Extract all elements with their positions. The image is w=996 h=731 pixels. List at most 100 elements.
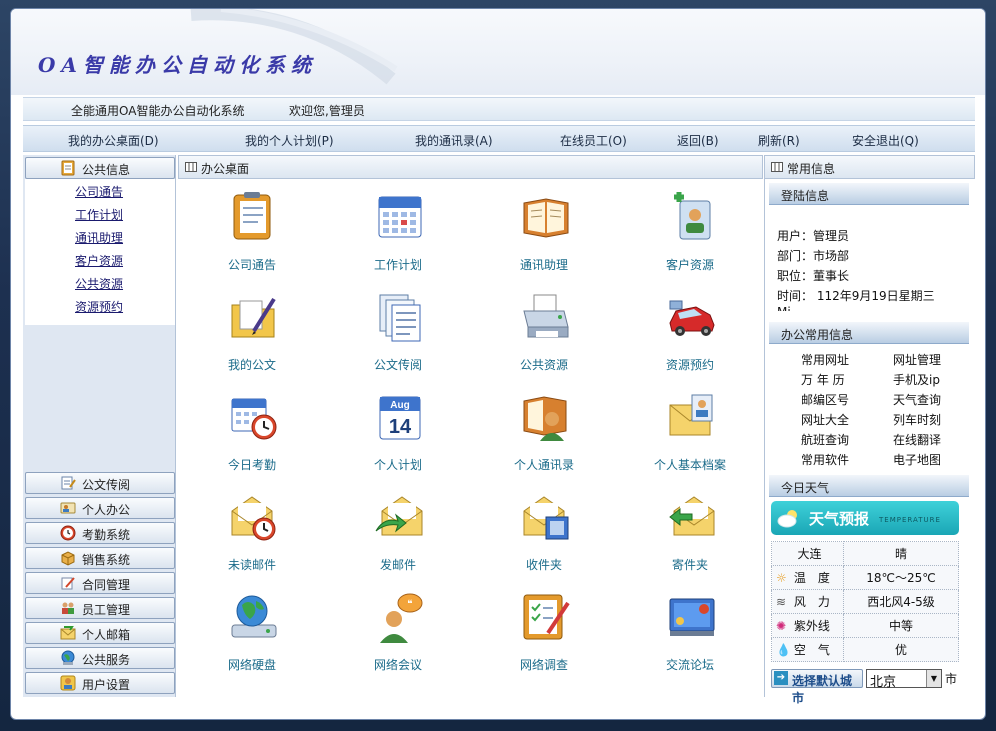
tile-today-attendance[interactable]: 今日考勤 bbox=[192, 391, 312, 481]
sidebar-public-service[interactable]: 公共服务 bbox=[25, 647, 175, 669]
sidebar-user-settings[interactable]: 用户设置 bbox=[25, 672, 175, 694]
tile-company-notice[interactable]: 公司通告 bbox=[192, 191, 312, 281]
tile-unread-mail[interactable]: 未读邮件 bbox=[192, 491, 312, 581]
link-phone-ip[interactable]: 手机及ip bbox=[893, 371, 940, 388]
document-pen-icon bbox=[61, 476, 76, 490]
weather-row-city: 大连 晴 bbox=[771, 541, 959, 566]
login-info-title: 登陆信息 bbox=[781, 189, 830, 203]
tile-inbox[interactable]: 收件夹 bbox=[484, 491, 604, 581]
tile-label: 未读邮件 bbox=[227, 558, 276, 572]
folder-pen-icon bbox=[231, 297, 276, 338]
tile-label: 工作计划 bbox=[373, 258, 422, 272]
tile-web-survey[interactable]: 网络调查 bbox=[484, 591, 604, 681]
weather-value: 中等 bbox=[843, 613, 959, 638]
tile-personal-plan[interactable]: Aug 14 个人计划 bbox=[338, 391, 458, 481]
tile-doc-circulation[interactable]: 公文传阅 bbox=[338, 291, 458, 381]
tile-personal-profile[interactable]: 个人基本档案 bbox=[630, 391, 750, 481]
tile-forum[interactable]: 交流论坛 bbox=[630, 591, 750, 681]
tile-work-plan[interactable]: 工作计划 bbox=[338, 191, 458, 281]
contract-pen-icon bbox=[61, 577, 75, 590]
link-resource-booking[interactable]: 资源预约 bbox=[75, 298, 123, 315]
sidebar-group-label: 个人办公 bbox=[82, 503, 131, 517]
link-company-notice[interactable]: 公司通告 bbox=[75, 183, 123, 200]
tile-label: 交流论坛 bbox=[665, 658, 714, 672]
weather-condition: 晴 bbox=[843, 541, 959, 566]
chevron-down-icon[interactable]: ▼ bbox=[926, 670, 941, 687]
nav-my-desktop[interactable]: 我的办公桌面(D) bbox=[68, 132, 159, 149]
link-weather-query[interactable]: 天气查询 bbox=[893, 391, 941, 408]
nav-back[interactable]: 返回(B) bbox=[677, 132, 719, 149]
tile-web-meeting[interactable]: ❝ 网络会议 bbox=[338, 591, 458, 681]
nav-my-contacts[interactable]: 我的通讯录(A) bbox=[415, 132, 493, 149]
link-e-map[interactable]: 电子地图 bbox=[893, 451, 941, 468]
link-common-urls[interactable]: 常用网址 bbox=[801, 351, 849, 368]
link-common-software[interactable]: 常用软件 bbox=[801, 451, 849, 468]
link-online-translate[interactable]: 在线翻译 bbox=[893, 431, 941, 448]
sidebar-staff[interactable]: 员工管理 bbox=[25, 597, 175, 619]
people-icon bbox=[62, 602, 74, 614]
mail-icon bbox=[60, 626, 76, 640]
login-extra: Mi bbox=[777, 305, 791, 311]
tile-outbox[interactable]: 寄件夹 bbox=[630, 491, 750, 581]
sidebar-group-label: 考勤系统 bbox=[82, 528, 131, 542]
city-select[interactable]: 北京 ▼ bbox=[866, 669, 942, 690]
sidebar-mailbox[interactable]: 个人邮箱 bbox=[25, 622, 175, 644]
checklist-icon bbox=[523, 594, 570, 640]
tile-personal-contacts[interactable]: 个人通讯录 bbox=[484, 391, 604, 481]
nav-logout[interactable]: 安全退出(Q) bbox=[852, 132, 919, 149]
panel-icon bbox=[185, 162, 197, 172]
box-icon bbox=[61, 551, 75, 566]
public-info-list: 公司通告 工作计划 通讯助理 客户资源 公共资源 资源预约 bbox=[25, 179, 175, 325]
nav-refresh[interactable]: 刷新(R) bbox=[758, 132, 800, 149]
sidebar-attendance[interactable]: 考勤系统 bbox=[25, 522, 175, 544]
sun-icon: ☼ bbox=[776, 571, 787, 585]
tile-comm-assistant[interactable]: 通讯助理 bbox=[484, 191, 604, 281]
tile-customer-resource[interactable]: 客户资源 bbox=[630, 191, 750, 281]
link-comm-assistant[interactable]: 通讯助理 bbox=[75, 229, 123, 246]
link-public-resource[interactable]: 公共资源 bbox=[75, 275, 123, 292]
header-banner: OA智能办公自动化系统 bbox=[11, 9, 985, 95]
login-info-header: 登陆信息 bbox=[769, 183, 969, 205]
tile-label: 公共资源 bbox=[519, 358, 568, 372]
tile-my-documents[interactable]: 我的公文 bbox=[192, 291, 312, 381]
tile-public-resource[interactable]: 公共资源 bbox=[484, 291, 604, 381]
nav-online-staff[interactable]: 在线员工(O) bbox=[560, 132, 627, 149]
tile-resource-booking[interactable]: 资源预约 bbox=[630, 291, 750, 381]
link-url-manage[interactable]: 网址管理 bbox=[893, 351, 941, 368]
weather-banner-title: 天气预报 bbox=[809, 510, 870, 528]
link-postcode[interactable]: 邮编区号 bbox=[801, 391, 849, 408]
link-calendar[interactable]: 万 年 历 bbox=[801, 371, 845, 388]
weather-value: 优 bbox=[843, 637, 959, 662]
select-default-city-button[interactable]: ➔ 选择默认城市 bbox=[771, 669, 863, 705]
weather-key-cell: ✺ 紫外线 bbox=[771, 613, 844, 638]
system-name: 全能通用OA智能办公自动化系统 bbox=[71, 104, 245, 118]
select-city-label: 选择默认城市 bbox=[792, 674, 853, 705]
app-title: OA智能办公自动化系统 bbox=[38, 53, 317, 77]
link-flight-query[interactable]: 航班查询 bbox=[801, 431, 849, 448]
weather-key-cell: ☼ 温 度 bbox=[771, 565, 844, 590]
address-book-icon bbox=[523, 198, 569, 238]
link-train-schedule[interactable]: 列车时刻 bbox=[893, 411, 941, 428]
mail-send-icon bbox=[375, 496, 423, 536]
link-url-directory[interactable]: 网址大全 bbox=[801, 411, 849, 428]
weather-value: 18℃～25℃ bbox=[843, 565, 959, 590]
sidebar-public-info[interactable]: 公共信息 bbox=[25, 157, 175, 179]
sidebar-contract[interactable]: 合同管理 bbox=[25, 572, 175, 594]
link-work-plan[interactable]: 工作计划 bbox=[75, 206, 123, 223]
tile-label: 个人通讯录 bbox=[513, 458, 574, 472]
globe-drive-icon bbox=[231, 595, 277, 638]
weather-key-cell: 💧 空 气 bbox=[771, 637, 844, 662]
sidebar: 公共信息 公司通告 工作计划 通讯助理 客户资源 公共资源 资源预约 公文传阅 … bbox=[23, 155, 176, 697]
sidebar-group-label: 员工管理 bbox=[82, 603, 131, 617]
quote-mark-icon: ❝ bbox=[407, 599, 412, 610]
sidebar-doc-circulation[interactable]: 公文传阅 bbox=[25, 472, 175, 494]
login-position: 职位：董事长 bbox=[777, 269, 850, 283]
wind-icon: ≋ bbox=[776, 595, 787, 609]
nav-my-plan[interactable]: 我的个人计划(P) bbox=[245, 132, 334, 149]
link-customer-resource[interactable]: 客户资源 bbox=[75, 252, 123, 269]
desktop-area: 公司通告 工作计划 通讯助理 客户资源 我的公文 公文传阅 公共资源 资源预约 … bbox=[178, 179, 763, 697]
sidebar-sales[interactable]: 销售系统 bbox=[25, 547, 175, 569]
sidebar-personal-office[interactable]: 个人办公 bbox=[25, 497, 175, 519]
tile-network-drive[interactable]: 网络硬盘 bbox=[192, 591, 312, 681]
tile-send-mail[interactable]: 发邮件 bbox=[338, 491, 458, 581]
